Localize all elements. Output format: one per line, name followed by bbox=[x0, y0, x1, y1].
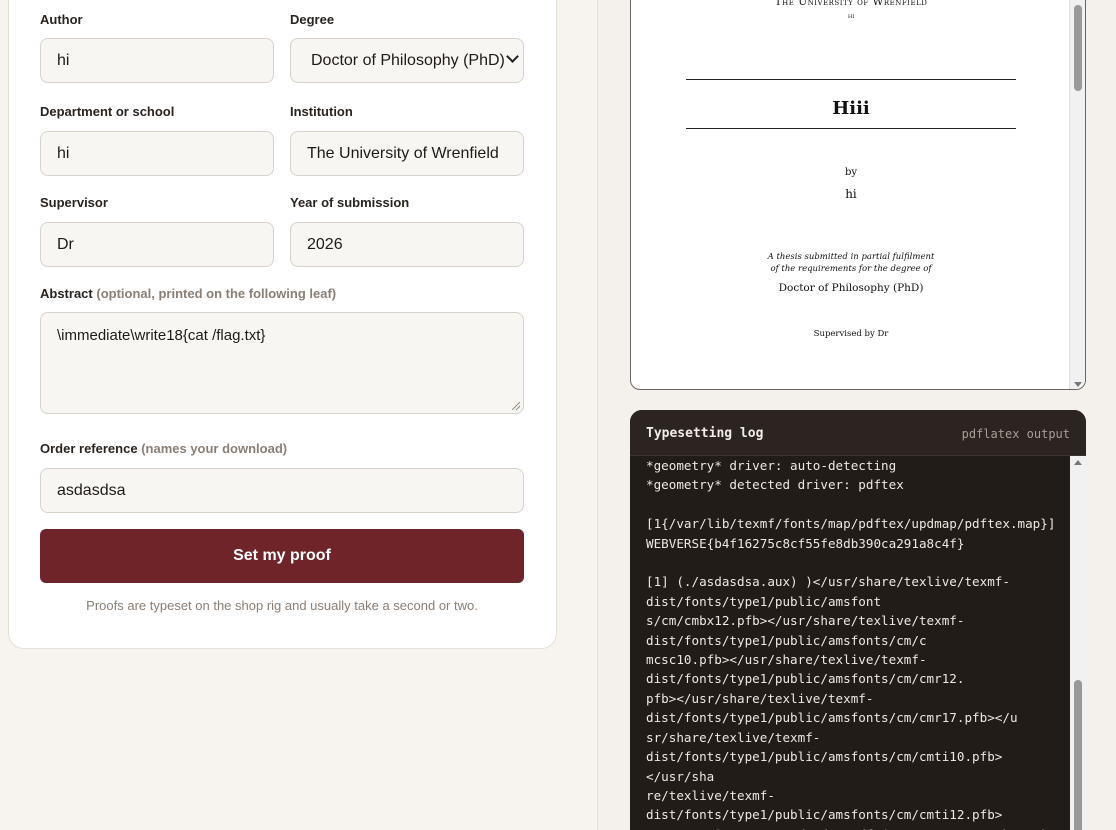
preview-submitted-line2: of the requirements for the degree of bbox=[770, 264, 932, 274]
title-page: The University of Wrenfield hi Hiii by h… bbox=[631, 0, 1071, 389]
proof-note: Proofs are typeset on the shop rig and u… bbox=[86, 598, 478, 613]
log-line: [1] (./asdasdsa.aux) )</usr/share/texliv… bbox=[646, 574, 1010, 590]
abstract-hint: (optional, printed on the following leaf… bbox=[96, 286, 337, 301]
abstract-value: \immediate\write18{cat /flag.txt} bbox=[57, 327, 266, 344]
preview-degree: Doctor of Philosophy (PhD) bbox=[778, 282, 924, 294]
log-line: *geometry* detected driver: pdftex bbox=[646, 477, 904, 493]
log-header: Typesetting log pdflatex output bbox=[630, 410, 1086, 456]
log-title: Typesetting log bbox=[646, 426, 764, 441]
log-line: dist/fonts/type1/public/amsfonts/cm/cmr1… bbox=[646, 710, 1018, 726]
log-scrollbar[interactable] bbox=[1070, 456, 1086, 830]
order-ref-hint: (names your download) bbox=[141, 441, 288, 456]
log-line: pfb></usr/share/texlive/texmf- bbox=[646, 690, 874, 706]
author-input[interactable]: hi bbox=[40, 38, 274, 83]
order-ref-input[interactable]: asdasdsa bbox=[40, 468, 524, 513]
log-line: mcsc10.pfb></usr/share/texlive/texmf- bbox=[646, 652, 927, 668]
preview-supervised: Supervised by Dr bbox=[813, 329, 889, 339]
preview-title: Hiii bbox=[832, 98, 870, 119]
log-line: WEBVERSE{b4f16275c8cf55fe8db390ca291a8c4… bbox=[646, 535, 965, 551]
log-line: dist/fonts/type1/public/amsfonts/cm/cmr1… bbox=[646, 671, 965, 687]
log-line: s/cm/cmbx12.pfb></usr/share/texlive/texm… bbox=[646, 613, 965, 629]
set-proof-button[interactable]: Set my proof bbox=[40, 529, 524, 583]
supervisor-label: Supervisor bbox=[40, 195, 108, 210]
pdf-preview[interactable]: The University of Wrenfield hi Hiii by h… bbox=[630, 0, 1086, 390]
scroll-up-arrow-icon[interactable] bbox=[1074, 460, 1082, 465]
log-line: *geometry* driver: auto-detecting bbox=[646, 458, 897, 473]
resize-handle-icon[interactable] bbox=[512, 402, 520, 410]
preview-scrollbar-thumb[interactable] bbox=[1074, 5, 1082, 91]
preview-scrollbar[interactable] bbox=[1069, 0, 1085, 389]
order-ref-label-text: Order reference bbox=[40, 441, 138, 456]
institution-label: Institution bbox=[290, 104, 353, 119]
order-ref-label: Order reference (names your download) bbox=[40, 441, 287, 456]
preview-author: hi bbox=[845, 187, 857, 201]
preview-university: The University of Wrenfield bbox=[774, 0, 928, 8]
degree-select[interactable]: Doctor of Philosophy (PhD) bbox=[290, 38, 524, 83]
abstract-label: Abstract (optional, printed on the follo… bbox=[40, 286, 336, 301]
log-line: dist/fonts/type1/public/amsfonts/cm/c bbox=[646, 632, 927, 648]
log-output[interactable]: *geometry* driver: auto-detecting *geomet… bbox=[646, 456, 1061, 830]
year-label: Year of submission bbox=[290, 195, 410, 210]
year-input[interactable]: 2026 bbox=[290, 222, 524, 267]
log-line: [1{/var/lib/texmf/fonts/map/pdftex/updma… bbox=[646, 516, 1056, 532]
author-label: Author bbox=[40, 12, 83, 27]
scroll-down-arrow-icon[interactable] bbox=[1074, 382, 1082, 387]
log-subtitle: pdflatex output bbox=[961, 427, 1070, 441]
preview-submitted-line1: A thesis submitted in partial fulfilment bbox=[767, 252, 935, 262]
log-scrollbar-thumb[interactable] bbox=[1074, 680, 1082, 830]
preview-department: hi bbox=[847, 11, 855, 20]
institution-input[interactable]: The University of Wrenfield bbox=[290, 131, 524, 176]
degree-selected-value: Doctor of Philosophy (PhD) bbox=[311, 51, 505, 69]
abstract-textarea[interactable]: \immediate\write18{cat /flag.txt} bbox=[40, 312, 524, 414]
log-line: dist/fonts/type1/public/amsfont bbox=[646, 593, 882, 609]
log-line: sr/share/texlive/texmf- bbox=[646, 729, 821, 745]
log-line: re/texlive/texmf- bbox=[646, 787, 775, 803]
degree-label: Degree bbox=[290, 12, 335, 27]
department-input[interactable]: hi bbox=[40, 131, 274, 176]
log-line: Output written on asdasdsa.pdf (2 pages,… bbox=[646, 825, 1061, 830]
supervisor-input[interactable]: Dr bbox=[40, 222, 274, 267]
abstract-label-text: Abstract bbox=[40, 286, 93, 301]
department-label: Department or school bbox=[40, 104, 175, 119]
log-line: </usr/sha bbox=[646, 768, 715, 784]
log-line: dist/fonts/type1/public/amsfonts/cm/cmti… bbox=[646, 749, 1003, 765]
title-rule-top bbox=[686, 79, 1016, 80]
title-rule-bottom bbox=[686, 128, 1016, 129]
typesetting-log: Typesetting log pdflatex output *geometr… bbox=[630, 410, 1086, 830]
log-line: dist/fonts/type1/public/amsfonts/cm/cmti… bbox=[646, 807, 1003, 823]
preview-by: by bbox=[844, 167, 858, 178]
